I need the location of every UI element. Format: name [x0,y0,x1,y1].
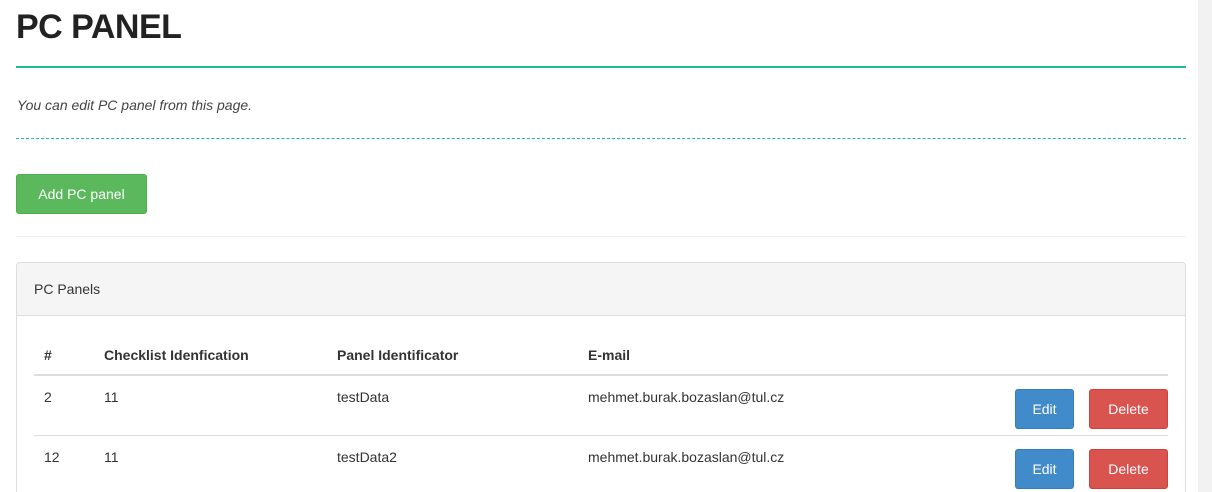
cell-email: mehmet.burak.bozaslan@tul.cz [578,435,968,492]
panel-heading: PC Panels [17,263,1185,316]
add-pc-panel-button[interactable]: Add PC panel [16,174,147,214]
table-row: 2 11 testData mehmet.burak.bozaslan@tul.… [34,375,1168,436]
cell-panel: testData2 [327,435,578,492]
cell-number: 12 [34,435,94,492]
table-header-row: # Checklist Idenfication Panel Identific… [34,336,1168,376]
title-divider [16,66,1186,68]
column-header-panel: Panel Identificator [327,336,578,376]
page-title: PC PANEL [16,8,182,46]
column-header-number: # [34,336,94,376]
table-row: 12 11 testData2 mehmet.burak.bozaslan@tu… [34,435,1168,492]
pc-panels-table: # Checklist Idenfication Panel Identific… [34,336,1168,492]
cell-checklist: 11 [94,375,327,436]
pc-panels-panel: PC Panels # Checklist Idenfication Panel… [16,262,1186,492]
column-header-checklist: Checklist Idenfication [94,336,327,376]
dashed-divider [16,138,1186,139]
cell-panel: testData [327,375,578,436]
cell-email: mehmet.burak.bozaslan@tul.cz [578,375,968,436]
delete-button[interactable]: Delete [1089,389,1168,429]
cell-actions: Edit Delete [968,375,1168,436]
cell-checklist: 11 [94,435,327,492]
column-header-email: E-mail [578,336,968,376]
edit-button[interactable]: Edit [1015,389,1074,429]
scrollbar-track[interactable] [1198,0,1212,492]
column-header-actions [968,336,1168,376]
cell-number: 2 [34,375,94,436]
section-divider [16,236,1186,237]
edit-button[interactable]: Edit [1015,448,1074,489]
page-description: You can edit PC panel from this page. [17,97,253,113]
delete-button[interactable]: Delete [1089,448,1168,489]
cell-actions: Edit Delete [968,435,1168,492]
